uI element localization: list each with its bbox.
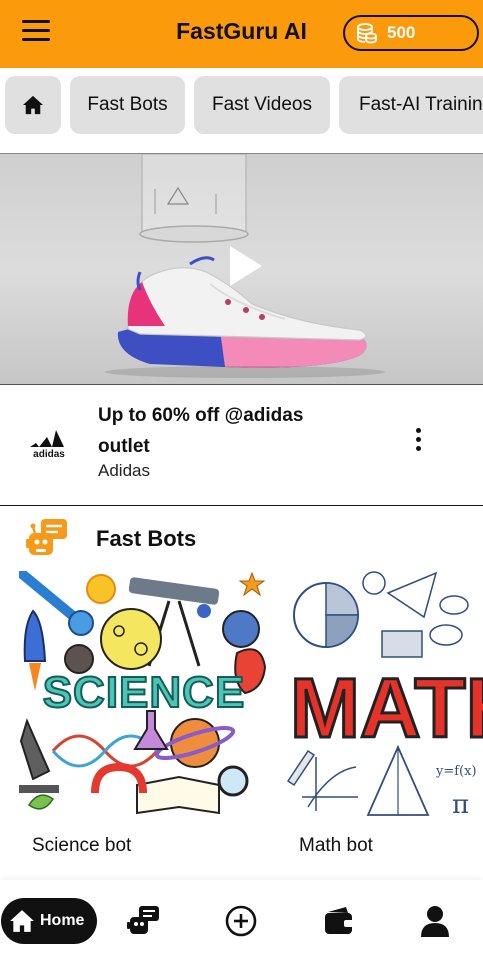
svg-text:MATH: MATH bbox=[290, 661, 483, 755]
ad-video[interactable] bbox=[0, 153, 483, 385]
math-bot-label: Math bot bbox=[299, 835, 373, 856]
svg-text:SCIENCE: SCIENCE bbox=[43, 668, 246, 717]
ad-brand: Adidas bbox=[98, 461, 150, 480]
svg-text:π: π bbox=[452, 790, 469, 819]
coin-stack-icon bbox=[357, 23, 377, 44]
coin-balance-badge[interactable]: 500 bbox=[343, 15, 479, 51]
nav-home-label: Home bbox=[40, 912, 85, 929]
category-tabs: Fast Bots Fast Videos Fast-AI Trainin bbox=[0, 72, 483, 138]
add-circle-icon[interactable] bbox=[224, 904, 258, 938]
science-bot-card[interactable]: SCIENCE Science bot bbox=[19, 571, 269, 861]
tab-fast-bots[interactable]: Fast Bots bbox=[70, 76, 185, 134]
more-options-icon[interactable] bbox=[410, 428, 426, 454]
tab-fast-ai-training[interactable]: Fast-AI Trainin bbox=[339, 76, 483, 134]
math-bot-card[interactable]: MATH π y=f(x) Math bot bbox=[286, 571, 483, 861]
fast-bots-title: Fast Bots bbox=[96, 526, 197, 551]
profile-icon[interactable] bbox=[418, 904, 452, 938]
bot-chat-icon bbox=[26, 519, 67, 555]
bots-icon[interactable] bbox=[127, 904, 161, 938]
home-icon bbox=[23, 95, 43, 115]
app-header: FastGuru AI 500 bbox=[0, 0, 483, 68]
science-bot-image: SCIENCE bbox=[19, 571, 269, 819]
svg-text:adidas: adidas bbox=[33, 449, 65, 460]
science-bot-label: Science bot bbox=[32, 835, 132, 856]
tab-home[interactable] bbox=[5, 76, 61, 134]
ad-title[interactable]: Up to 60% off @adidas outlet bbox=[98, 400, 358, 462]
home-icon bbox=[10, 910, 34, 932]
adidas-logo-icon: adidas bbox=[30, 430, 65, 460]
fast-bots-section-header: Fast Bots bbox=[0, 515, 483, 561]
svg-text:y=f(x): y=f(x) bbox=[435, 764, 477, 779]
tab-fast-videos[interactable]: Fast Videos bbox=[194, 76, 330, 134]
play-icon[interactable] bbox=[230, 246, 262, 286]
math-bot-image: MATH π y=f(x) bbox=[286, 571, 483, 819]
bottom-navigation: Home bbox=[0, 880, 483, 960]
ad-info-panel: adidas Up to 60% off @adidas outlet Adid… bbox=[0, 386, 483, 506]
coin-count: 500 bbox=[387, 23, 416, 42]
nav-home-button[interactable]: Home bbox=[1, 898, 97, 944]
wallet-icon[interactable] bbox=[322, 904, 356, 938]
